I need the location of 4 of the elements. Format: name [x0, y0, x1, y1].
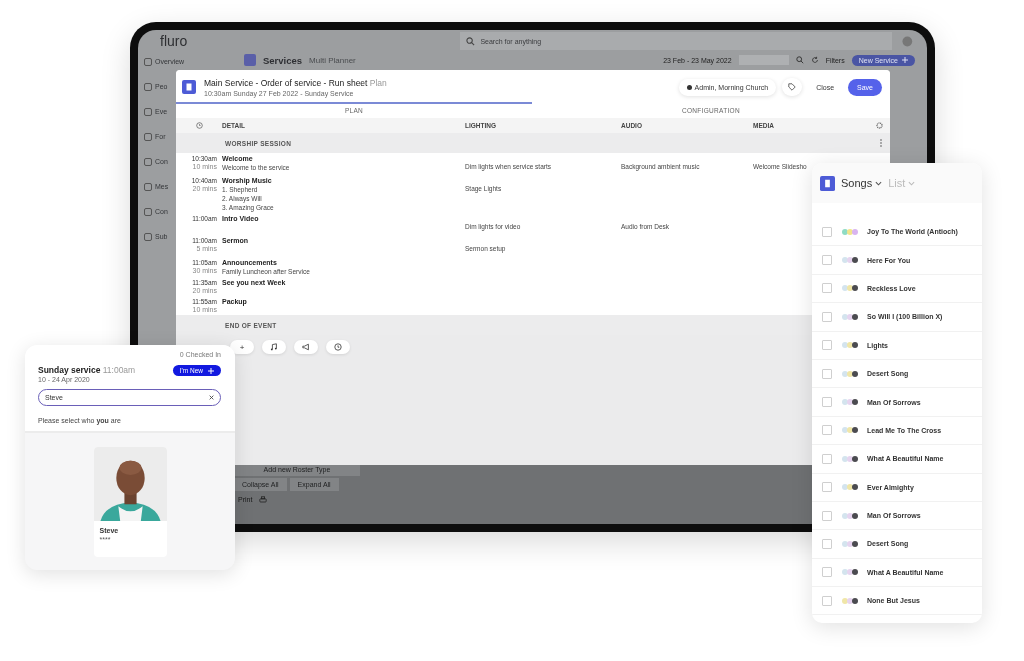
app-logo: fluro: [160, 33, 189, 49]
page-title: Services: [263, 54, 303, 66]
run-sheet-title: Main Service - Order of service - Run sheet Plan: [204, 77, 387, 88]
service-title: Sunday service 11:00am: [38, 365, 136, 375]
